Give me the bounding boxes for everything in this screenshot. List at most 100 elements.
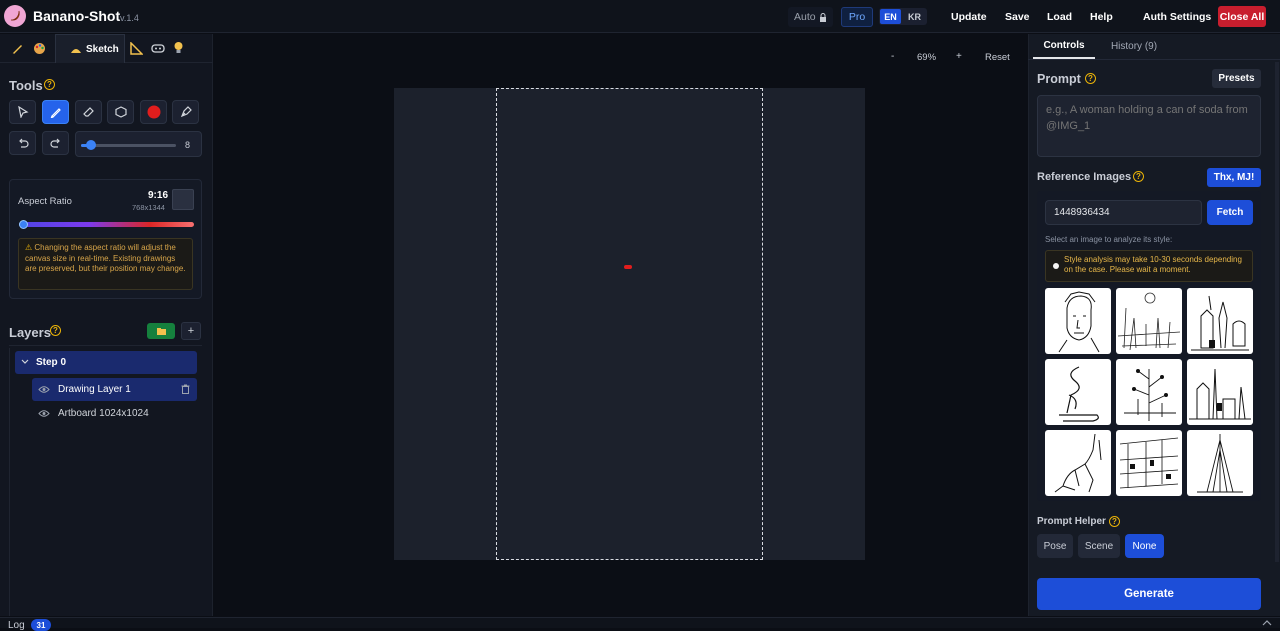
reference-thumbnail[interactable] [1045, 288, 1111, 354]
app-title: Banano-Shot [33, 8, 121, 24]
layers-help-icon[interactable]: ? [50, 325, 61, 336]
style-analysis-warning: Style analysis may take 10-30 seconds de… [1045, 250, 1253, 282]
sketch-icon [71, 49, 81, 53]
add-layer-button[interactable]: + [181, 322, 201, 340]
undo-button[interactable] [9, 131, 36, 155]
add-group-button[interactable] [147, 323, 175, 339]
prompt-help-icon[interactable]: ? [1085, 73, 1096, 84]
lightbulb-icon[interactable] [173, 41, 184, 55]
reference-id-input[interactable] [1045, 200, 1202, 225]
layer-group-step[interactable]: Step 0 [15, 351, 197, 374]
eye-icon[interactable] [38, 385, 50, 394]
layers-tree-line [9, 348, 10, 616]
tab-history[interactable]: History (9) [1098, 34, 1170, 59]
aspect-ratio-slider[interactable] [19, 222, 194, 227]
load-button[interactable]: Load [1047, 0, 1072, 33]
tab-controls[interactable]: Controls [1033, 34, 1095, 59]
save-button[interactable]: Save [1005, 0, 1030, 33]
layer-item-label: Drawing Layer 1 [58, 384, 131, 395]
help-button[interactable]: Help [1090, 0, 1113, 33]
palette-icon[interactable] [33, 42, 46, 55]
app-version: v.1.4 [120, 13, 139, 23]
select-tool[interactable] [9, 100, 36, 124]
zoom-level: 69% [917, 52, 937, 63]
tab-sketch-label: Sketch [86, 43, 119, 55]
reference-help-icon[interactable]: ? [1133, 171, 1144, 182]
zoom-out-button[interactable]: - [891, 51, 894, 62]
layer-item-label: Artboard 1024x1024 [58, 408, 149, 419]
fetch-button[interactable]: Fetch [1207, 200, 1253, 225]
top-header [0, 0, 1280, 33]
layer-item-drawing[interactable]: Drawing Layer 1 [32, 378, 197, 401]
reference-thumbnail[interactable] [1116, 359, 1182, 425]
eraser-tool[interactable] [75, 100, 102, 124]
shape-icon [114, 106, 127, 118]
shape-tool[interactable] [107, 100, 134, 124]
log-count-badge: 31 [31, 619, 51, 631]
pen-nib-tool[interactable] [172, 100, 199, 124]
close-all-button[interactable]: Close All [1218, 6, 1266, 27]
redo-icon [49, 138, 60, 148]
chevron-up-icon[interactable] [1262, 620, 1272, 626]
reference-thumbnail[interactable] [1045, 359, 1111, 425]
reference-thumbnail[interactable] [1116, 430, 1182, 496]
thx-mj-button[interactable]: Thx, MJ! [1207, 168, 1261, 187]
pro-button[interactable]: Pro [841, 7, 873, 27]
layer-item-artboard[interactable]: Artboard 1024x1024 [32, 402, 197, 425]
tab-divider [1028, 59, 1280, 60]
prompt-helper-help-icon[interactable]: ? [1109, 516, 1120, 527]
tools-help-icon[interactable]: ? [44, 79, 55, 90]
folder-icon [156, 327, 166, 335]
aspect-preview [172, 189, 194, 210]
reference-thumbnail[interactable] [1045, 430, 1111, 496]
reset-zoom-button[interactable]: Reset [985, 52, 1010, 63]
update-button[interactable]: Update [951, 0, 987, 33]
reference-thumbnail[interactable] [1116, 288, 1182, 354]
right-panel-scrollbar[interactable] [1275, 62, 1279, 562]
divider [9, 345, 202, 346]
helper-pose-button[interactable]: Pose [1037, 534, 1073, 558]
auth-settings-button[interactable]: Auth Settings [1143, 0, 1211, 33]
aspect-warning: ⚠ Changing the aspect ratio will adjust … [18, 238, 193, 290]
pen-tool[interactable] [42, 100, 69, 124]
redo-button[interactable] [42, 131, 69, 155]
status-dot-icon [1053, 263, 1059, 269]
pen-icon [50, 108, 61, 118]
select-icon [17, 106, 29, 118]
tab-sketch[interactable]: Sketch [55, 34, 125, 63]
color-swatch[interactable] [140, 100, 167, 124]
reference-thumbnail[interactable] [1187, 430, 1253, 496]
reference-title: Reference Images [1037, 171, 1132, 183]
layer-group-label: Step 0 [36, 357, 67, 368]
style-warning-text: Style analysis may take 10-30 seconds de… [1064, 255, 1242, 274]
pencil-icon[interactable] [11, 42, 24, 55]
reference-thumbnail[interactable] [1187, 359, 1253, 425]
zoom-in-button[interactable]: + [956, 51, 962, 62]
artboard-frame[interactable] [496, 88, 763, 560]
log-bar [0, 617, 1280, 628]
eye-icon[interactable] [38, 409, 50, 418]
presets-button[interactable]: Presets [1212, 69, 1261, 88]
generate-button[interactable]: Generate [1037, 578, 1261, 610]
lang-kr-button[interactable]: KR [904, 9, 925, 24]
chevron-down-icon [21, 359, 29, 364]
color-swatch-circle [147, 105, 160, 119]
prompt-input[interactable] [1037, 95, 1261, 157]
lang-en-button[interactable]: EN [880, 9, 901, 24]
aspect-ratio-thumb[interactable] [18, 220, 28, 229]
mask-icon[interactable] [151, 42, 165, 55]
log-label[interactable]: Log [8, 620, 25, 631]
brush-size-thumb[interactable] [85, 140, 96, 150]
helper-scene-button[interactable]: Scene [1078, 534, 1120, 558]
lock-icon [819, 12, 826, 22]
eraser-icon [82, 107, 94, 117]
trash-icon[interactable] [181, 384, 190, 394]
prompt-helper-title: Prompt Helper [1037, 516, 1106, 527]
pen-nib-icon [180, 106, 192, 118]
reference-thumbnail[interactable] [1187, 288, 1253, 354]
helper-none-button[interactable]: None [1125, 534, 1164, 558]
ruler-icon[interactable] [130, 42, 143, 55]
auto-button[interactable]: Auto [788, 7, 833, 27]
tools-title: Tools [9, 78, 43, 93]
aspect-warning-text: Changing the aspect ratio will adjust th… [25, 243, 186, 273]
